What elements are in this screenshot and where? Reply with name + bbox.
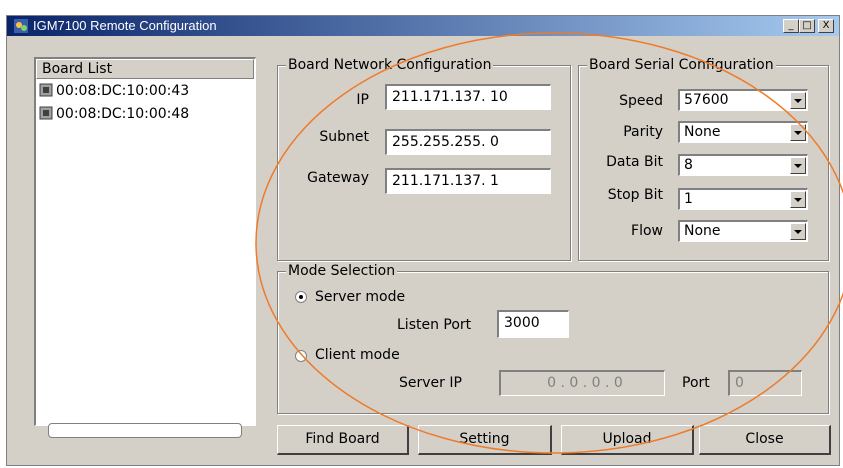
server-mode-radio[interactable] bbox=[295, 291, 307, 303]
listen-port-field[interactable]: 3000 bbox=[497, 310, 569, 338]
gateway-label: Gateway bbox=[307, 170, 369, 186]
close-window-button[interactable]: X bbox=[818, 19, 834, 33]
window-title: IGM7100 Remote Configuration bbox=[33, 18, 217, 33]
chevron-down-icon[interactable] bbox=[790, 157, 806, 174]
progress-bar bbox=[48, 423, 242, 438]
databit-value: 8 bbox=[684, 157, 693, 173]
port-label: Port bbox=[682, 375, 710, 391]
list-item[interactable]: 00:08:DC:10:00:48 bbox=[39, 104, 189, 124]
board-list[interactable]: Board List 00:08:DC:10:00:43 00:08:DC:10… bbox=[34, 57, 256, 426]
server-ip-field[interactable]: 0 . 0 . 0 . 0 bbox=[499, 370, 665, 396]
server-mode-label[interactable]: Server mode bbox=[315, 288, 405, 306]
list-item-label: 00:08:DC:10:00:43 bbox=[56, 83, 190, 99]
speed-label: Speed bbox=[619, 93, 663, 109]
client-mode-radio[interactable] bbox=[295, 350, 307, 362]
subnet-label: Subnet bbox=[319, 129, 369, 145]
find-board-button[interactable]: Find Board bbox=[277, 425, 409, 455]
subnet-field[interactable]: 255.255.255. 0 bbox=[385, 129, 551, 155]
board-icon bbox=[39, 83, 53, 97]
board-icon bbox=[39, 106, 53, 120]
stopbit-select[interactable]: 1 bbox=[678, 188, 808, 210]
network-group-title: Board Network Configuration bbox=[286, 56, 494, 74]
gateway-field[interactable]: 211.171.137. 1 bbox=[385, 168, 551, 194]
minimize-button[interactable]: _ bbox=[783, 19, 799, 33]
list-item[interactable]: 00:08:DC:10:00:43 bbox=[39, 81, 189, 101]
ip-field[interactable]: 211.171.137. 10 bbox=[385, 84, 551, 110]
configuration-window: IGM7100 Remote Configuration _ □ X Board… bbox=[6, 15, 840, 466]
setting-button[interactable]: Setting bbox=[418, 425, 552, 455]
flow-select[interactable]: None bbox=[678, 220, 808, 242]
chevron-down-icon[interactable] bbox=[790, 124, 806, 141]
parity-label: Parity bbox=[623, 124, 663, 140]
list-item-label: 00:08:DC:10:00:48 bbox=[56, 106, 190, 122]
flow-label: Flow bbox=[631, 223, 663, 239]
speed-value: 57600 bbox=[684, 92, 729, 108]
server-ip-label: Server IP bbox=[399, 375, 462, 391]
upload-button[interactable]: Upload bbox=[561, 425, 694, 455]
title-bar[interactable]: IGM7100 Remote Configuration _ □ X bbox=[7, 16, 839, 36]
stopbit-value: 1 bbox=[684, 191, 693, 207]
databit-select[interactable]: 8 bbox=[678, 154, 808, 176]
stopbit-label: Stop Bit bbox=[607, 187, 663, 203]
chevron-down-icon[interactable] bbox=[790, 92, 806, 109]
board-list-header[interactable]: Board List bbox=[36, 59, 254, 79]
port-field[interactable]: 0 bbox=[728, 370, 802, 396]
app-icon bbox=[14, 19, 28, 33]
parity-select[interactable]: None bbox=[678, 121, 808, 143]
databit-label: Data Bit bbox=[606, 154, 663, 170]
maximize-button[interactable]: □ bbox=[799, 19, 815, 33]
client-mode-label[interactable]: Client mode bbox=[315, 346, 400, 364]
chevron-down-icon[interactable] bbox=[790, 223, 806, 240]
speed-select[interactable]: 57600 bbox=[678, 89, 808, 111]
close-button[interactable]: Close bbox=[699, 425, 831, 455]
serial-group-title: Board Serial Configuration bbox=[587, 56, 776, 74]
ip-label: IP bbox=[356, 92, 369, 108]
parity-value: None bbox=[684, 124, 721, 140]
listen-port-label: Listen Port bbox=[397, 317, 472, 333]
mode-group-title: Mode Selection bbox=[286, 262, 398, 280]
chevron-down-icon[interactable] bbox=[790, 191, 806, 208]
flow-value: None bbox=[684, 223, 721, 239]
